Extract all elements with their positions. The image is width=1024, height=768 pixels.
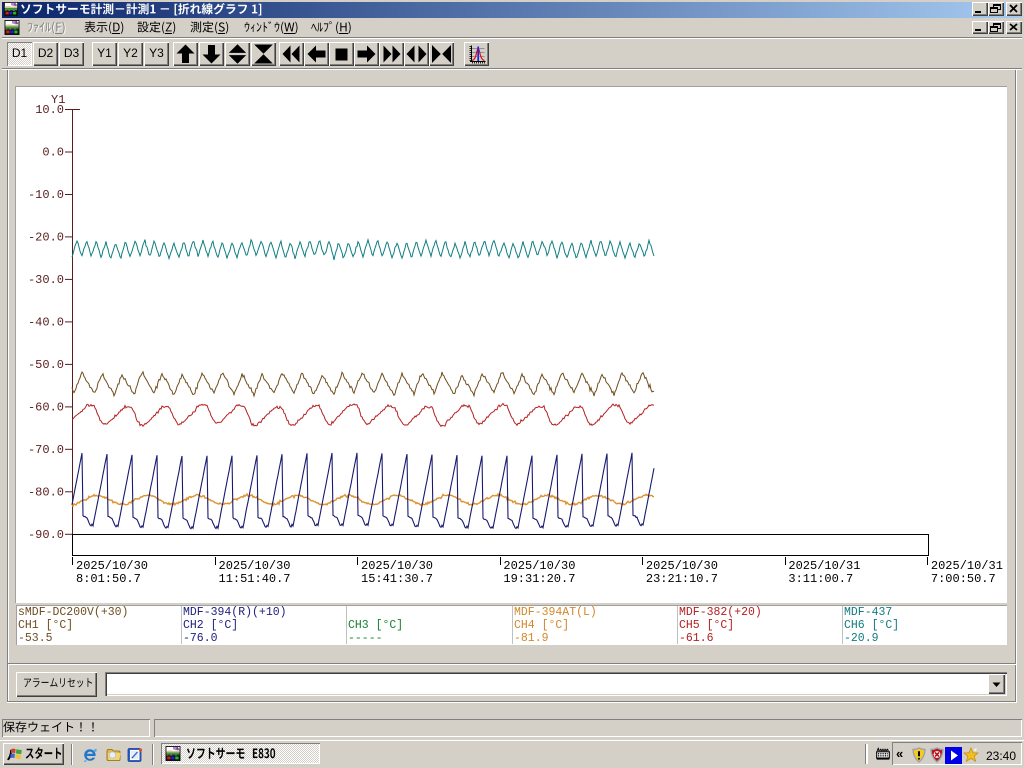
svg-text:0.0: 0.0 xyxy=(42,146,64,160)
svg-text:2025/10/30: 2025/10/30 xyxy=(219,559,291,573)
svg-text:2025/10/30: 2025/10/30 xyxy=(503,559,575,573)
svg-text:-70.0: -70.0 xyxy=(28,443,64,457)
svg-text:-40.0: -40.0 xyxy=(28,315,64,329)
svg-text:15:41:30.7: 15:41:30.7 xyxy=(361,572,433,586)
svg-text:2025/10/30: 2025/10/30 xyxy=(76,559,148,573)
svg-text:-50.0: -50.0 xyxy=(28,358,64,372)
svg-text:2025/10/31: 2025/10/31 xyxy=(788,559,860,573)
svg-text:-80.0: -80.0 xyxy=(28,485,64,499)
svg-text:2025/10/31: 2025/10/31 xyxy=(931,559,1003,573)
svg-text:-60.0: -60.0 xyxy=(28,400,64,414)
svg-text:8:01:50.7: 8:01:50.7 xyxy=(76,572,141,586)
svg-text:7:00:50.7: 7:00:50.7 xyxy=(931,572,996,586)
svg-text:19:31:20.7: 19:31:20.7 xyxy=(503,572,575,586)
svg-text:-90.0: -90.0 xyxy=(28,528,64,542)
svg-text:2025/10/30: 2025/10/30 xyxy=(646,559,718,573)
svg-text:-10.0: -10.0 xyxy=(28,188,64,202)
svg-text:11:51:40.7: 11:51:40.7 xyxy=(219,572,291,586)
svg-text:2025/10/30: 2025/10/30 xyxy=(361,559,433,573)
svg-text:23:21:10.7: 23:21:10.7 xyxy=(646,572,718,586)
svg-text:-30.0: -30.0 xyxy=(28,273,64,287)
svg-text:-20.0: -20.0 xyxy=(28,230,64,244)
svg-text:3:11:00.7: 3:11:00.7 xyxy=(788,572,853,586)
svg-text:Y1: Y1 xyxy=(51,93,65,107)
